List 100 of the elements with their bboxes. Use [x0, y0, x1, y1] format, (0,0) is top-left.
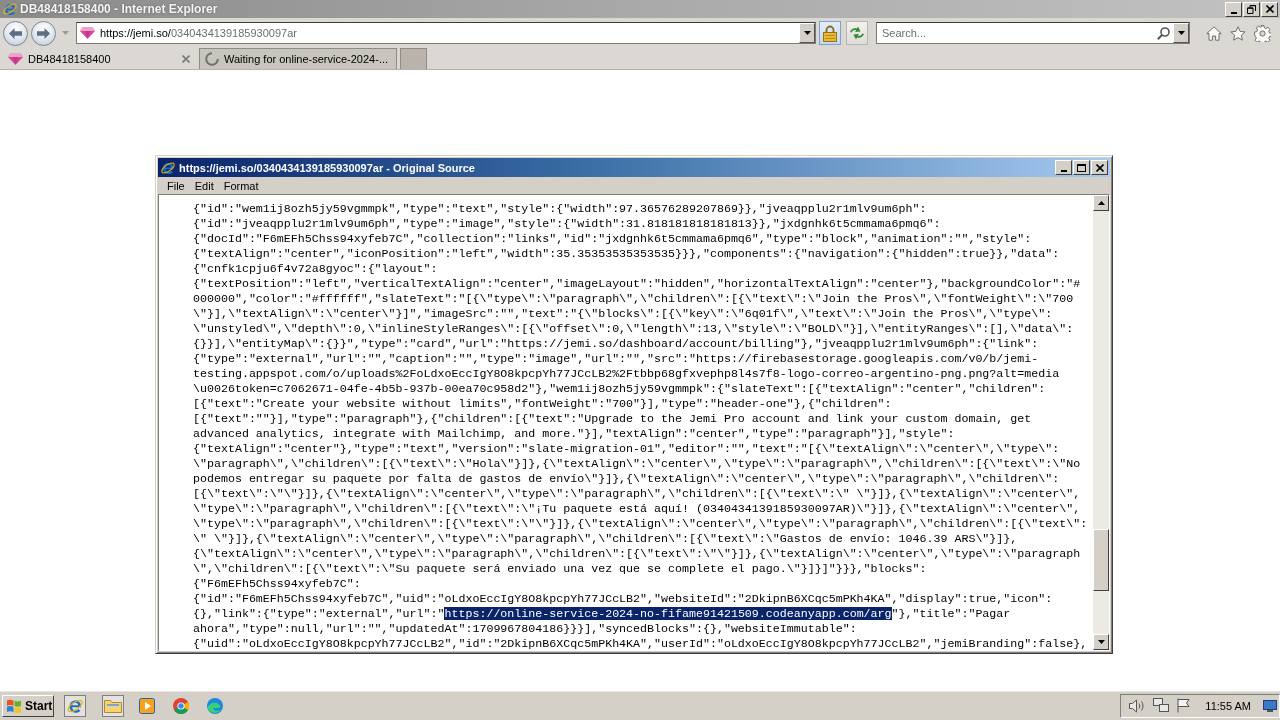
source-line: ahora","type":null,"url":"","updatedAt":1709967804186}}}],"syncedBlocks":{},"websiteImmutable":	[193, 621, 858, 636]
source-line: {"id":"wem1ij8ozh5jy59vgmmpk","type":"text","style":{"width":97.36576289207869}},"jveaqpplu2r1mlv9um6ph":	[193, 201, 928, 216]
forward-button[interactable]	[31, 20, 56, 46]
taskbar-button[interactable]	[64, 694, 86, 717]
close-icon[interactable]	[182, 55, 190, 63]
caret-icon	[61, 31, 69, 35]
restore-button[interactable]	[1243, 1, 1260, 17]
clock: 11:55 AM	[1205, 699, 1251, 712]
restore-icon	[1247, 4, 1256, 14]
tab-title: Waiting for online-service-2024-...	[224, 53, 390, 65]
source-text: {},"link":{"type":"external","url":"	[193, 607, 445, 620]
source-line: \" \"}]},{\"textAlign\":\"center\",\"type\":\"paragraph\",\"children\":[{\"text\":\"Gastos de envío: 1046.39 ARS\"}]},	[193, 531, 1019, 546]
search-icon[interactable]	[1157, 26, 1170, 40]
minimize-icon	[1230, 11, 1237, 14]
down-arrow-icon	[1097, 640, 1105, 644]
close-icon	[1265, 5, 1274, 13]
tab-title: DB48418158400	[28, 53, 112, 65]
address-field[interactable]: https://jemi.so/0340434139185930097ar	[76, 22, 816, 44]
source-line: \"paragraph\",\"children\":[{\"text\":\"Hola\"}]},{\"textAlign\":\"center\",\"type\":\"paragraph\",\"children\":[{\"text\":\"No	[193, 456, 1082, 471]
left-arrow-icon	[9, 27, 22, 39]
source-line: {"type":"external","url":"","caption":"","type":"image","url":"","src":"https://firebasestorage.googleapis.com/v0/b/jemi-	[193, 351, 1040, 366]
browser-tab[interactable]: Waiting for online-service-2024-...	[199, 48, 397, 69]
scrollbar[interactable]	[1093, 195, 1109, 650]
source-line: testing.appspot.com/o/uploads%2FoLdxoEccIgY8O8kpcpYh77JCcLB2%2Ftbbp68gfxvephp8l4s7f8-logo-correo-argentino-png.png?alt=media	[193, 366, 1061, 381]
scroll-up-button[interactable]	[1093, 195, 1109, 211]
source-line: \"}],\"textAlign\":\"center\"}]","imageSrc":"","text":"{\"blocks\":[{\"key\":\"6q01f\",\"text\":\"Join the Pros\",\"type\":	[193, 306, 1054, 321]
folder-icon	[104, 698, 122, 713]
source-text: "},"title":"Pagar	[891, 607, 1011, 620]
source-line: {"F6mEFh5Chss94xyfeb7C":	[193, 576, 362, 591]
close-button[interactable]	[1261, 1, 1278, 17]
back-button[interactable]	[3, 20, 28, 46]
source-line: \"type\":\"paragraph\",\"children\":[{\"text\":\"¡Tu paquete está aquí! (0340434139185930097AR)\"}]},{\"textAlign\":\"center\",	[193, 501, 1082, 516]
monitor-icon[interactable]	[1263, 699, 1277, 712]
source-line: \"unstyled\",\"depth\":0,\"inlineStyleRanges\":[{\"offset\":0,\"length\":13,\"style\":\"BOLD\"}],\"entityRanges\":[],\"data\":	[193, 321, 1075, 336]
source-line: {"textPosition":"left","verticalTextAlign":"center","imageLayout":"hidden","horizontalTextAlign":"center"},"backgroundColor":"#	[193, 276, 1082, 291]
search-dropdown-button[interactable]	[1173, 23, 1189, 43]
refresh-icon	[849, 26, 865, 40]
gem-icon	[8, 53, 23, 65]
taskbar-button[interactable]	[102, 694, 124, 717]
menu-item[interactable]: Format	[218, 179, 264, 192]
source-line: {"textAlign":"center","iconPosition":"left","width":35.35353535353535}}},"components":{"navigation":{"hidden":true}},"data":	[193, 246, 1061, 261]
source-line: [{"text":""}],"type":"paragraph"},{"children":[{"text":"Upgrade to the Jemi Pro account and link your custom domain, get	[193, 411, 1033, 426]
menu-item[interactable]: Edit	[189, 179, 219, 192]
wave-logo-icon	[207, 697, 223, 714]
round-logo-icon	[173, 697, 189, 714]
play-icon	[139, 697, 155, 714]
network-icon[interactable]	[1153, 698, 1170, 713]
caret-icon	[803, 31, 811, 35]
e-logo-icon	[2, 1, 18, 17]
settings-icon	[1254, 24, 1271, 42]
up-arrow-icon	[1097, 201, 1105, 205]
source-line: 000000","color":"#ffffff","slateText":"[{\"type\":\"paragraph\",\"children\":[{\"text\":\"Join the Pros\",\"fontWeight\":\"700	[193, 291, 1075, 306]
menu-item[interactable]: File	[162, 179, 190, 192]
star-icon	[1230, 25, 1246, 41]
source-line: [{"text":"Create your website without limits","fontWeight":"700"}],"type":"header-one"},{"children":	[193, 396, 893, 411]
spinner-icon	[205, 52, 219, 66]
url-text: https://jemi.so/0340434139185930097ar	[100, 27, 297, 39]
home-button[interactable]	[1206, 25, 1222, 41]
address-dropdown-button[interactable]	[799, 23, 815, 43]
source-line: podemos entregar su paquete por falta de gastos de envío\"}]},{\"textAlign\":\"center\",\"type\":\"paragraph\",\"children\":	[193, 471, 1061, 486]
source-line: {"cnfk1cpju6f4v72a8gyoc":{"layout":	[193, 261, 439, 276]
start-button[interactable]: Start	[2, 694, 54, 717]
scroll-down-button[interactable]	[1093, 634, 1109, 650]
minimize-icon	[1060, 170, 1067, 172]
home-icon	[1206, 25, 1222, 41]
source-line: \u0026token=c7062671-04fe-4b5b-937b-00ea70c958d2"},"wem1ij8ozh5jy59vgmmpk":{"slateText":[{"textAlign":"center","children":	[193, 381, 1047, 396]
search-field[interactable]: Search...	[876, 22, 1190, 44]
source-window-title: https://jemi.so/0340434139185930097ar - Original Source	[179, 161, 475, 174]
settings-button[interactable]	[1254, 24, 1271, 42]
gem-icon	[80, 27, 95, 39]
caret-icon	[1177, 31, 1185, 35]
close-button[interactable]	[1091, 160, 1108, 175]
maximize-button[interactable]	[1073, 160, 1090, 175]
source-line: {\"textAlign\":\"center\",\"type\":\"paragraph\",\"children\":[{\"text\":\"\"}]},{\"textAlign\":\"center\",\"type\":\"paragraph	[193, 546, 1082, 561]
favorites-button[interactable]	[1230, 25, 1246, 41]
speaker-icon[interactable]	[1129, 698, 1146, 713]
window-title: DB48418158400 - Internet Explorer	[20, 2, 218, 16]
padlock-icon	[823, 24, 837, 42]
flag-icon[interactable]	[1177, 698, 1192, 713]
refresh-button[interactable]	[846, 21, 868, 45]
source-line: {"id":"jveaqpplu2r1mlv9um6ph","type":"image","style":{"width":31.818181818181813}},"jxdgnhk6t5cmmama6pmq6":	[193, 216, 942, 231]
e-logo-icon	[160, 159, 176, 176]
source-line: [{\"text\":\"\"}]},{\"textAlign\":\"center\",\"type\":\"paragraph\",\"children\":[{\"text\":\" \"}]},{\"textAlign\":\"center\",	[193, 486, 1082, 501]
close-icon	[1095, 163, 1104, 172]
source-line: \"type\":\"paragraph\",\"children\":[{\"text\":\"\"}]},{\"textAlign\":\"center\",\"type\":\"paragraph\",\"children\":[{\"text\":	[193, 516, 1089, 531]
scroll-thumb[interactable]	[1093, 529, 1109, 591]
source-line: \",\"children\":[{\"text\":\"Su paquete será enviado una vez que se complete el pago.\"}]}]"}}},"blocks":	[193, 561, 928, 576]
source-line: {"docId":"F6mEFh5Chss94xyfeb7C","collection":"links","id":"jxdgnhk6t5cmmama6pmq6","type":"block","animation":"","style":	[193, 231, 1033, 246]
source-line: {"uid":"oLdxoEccIgY8O8kpcpYh77JCcLB2","id":"2DkipnB6XCqc5mPKh4KA","userId":"oLdxoEccIgY8O8kpcpYh77JCcLB2","jemiBranding":false},	[193, 636, 1089, 650]
flag-icon	[6, 698, 22, 713]
source-line: advanced analytics, integrate with Mailchimp, and more."}],"textAlign":"center","type":"paragraph"}],"style":	[193, 426, 956, 441]
minimize-button[interactable]	[1055, 160, 1072, 175]
source-line: {"textAlign":"center"},"type":"text","version":"slate-migration-01","editor":"","text":"[{\"textAlign\":\"center\",\"type\":	[193, 441, 1061, 456]
security-button[interactable]	[819, 21, 841, 45]
maximize-icon	[1077, 163, 1086, 172]
source-line: {"id":"F6mEFh5Chss94xyfeb7C","uid":"oLdxoEccIgY8O8kpcpYh77JCcLB2","websiteId":"2DkipnB6XCqc5mPKh4KA","display":true,"icon":	[193, 591, 1054, 606]
source-line: {}}],\"entityMap\":{}}","type":"card","url":"https://jemi.so/dashboard/account/billing"},"jveaqpplu2r1mlv9um6ph":{"link":	[193, 336, 1040, 351]
minimize-button[interactable]	[1225, 1, 1242, 17]
right-arrow-icon	[37, 27, 50, 39]
selected-text: https://online-service-2024-no-fifame91421509.codeanyapp.com/arg	[444, 607, 892, 620]
